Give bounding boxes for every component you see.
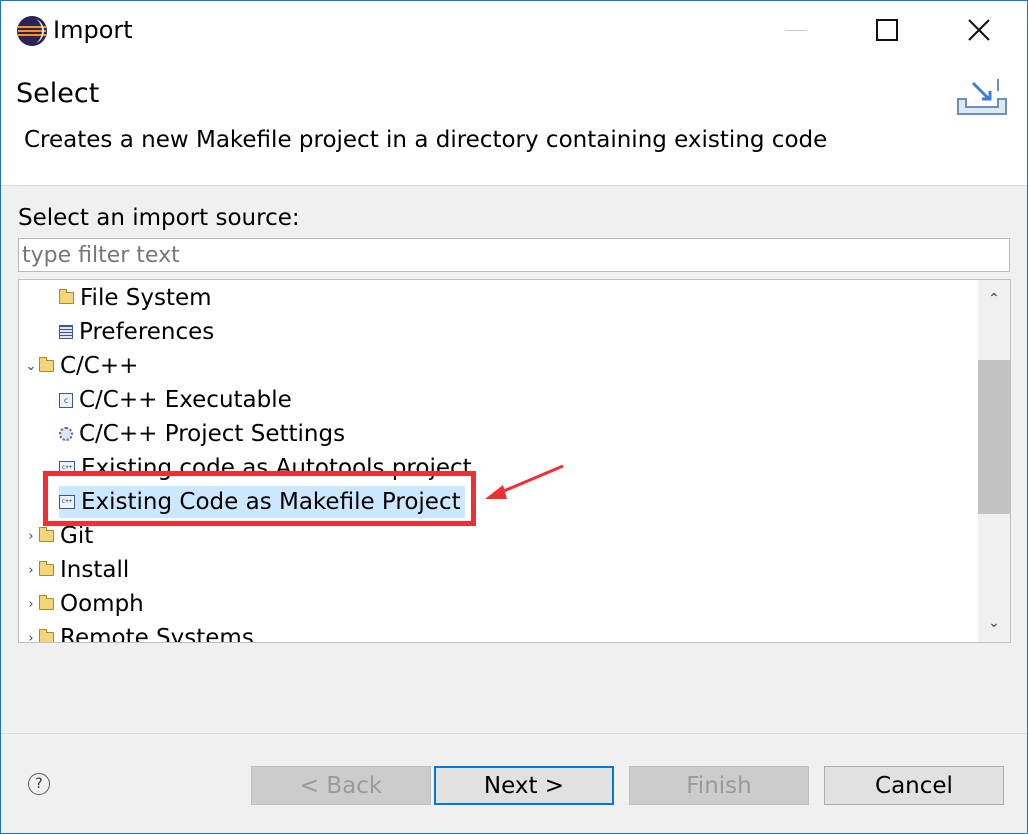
chevron-right-icon[interactable]: › (23, 621, 39, 643)
import-source-label: Select an import source: (18, 205, 300, 231)
footer-divider (1, 733, 1027, 734)
minimize-icon (785, 29, 807, 31)
eclipse-icon (17, 16, 47, 46)
window-title: Import (53, 16, 133, 44)
maximize-icon (876, 19, 898, 41)
back-button[interactable]: < Back (251, 766, 431, 805)
import-wizard-icon (957, 79, 1007, 115)
project-settings-icon (59, 427, 73, 441)
folder-open-icon (39, 357, 54, 372)
minimize-button[interactable] (773, 1, 819, 59)
next-button[interactable]: Next > (434, 766, 614, 805)
wizard-header: Select Creates a new Makefile project in… (1, 59, 1027, 186)
scrollbar-thumb[interactable] (978, 360, 1010, 514)
page-title: Select (16, 78, 100, 109)
tree-item-label: Remote Systems (60, 625, 254, 643)
tree-item-label: Oomph (60, 591, 144, 617)
title-bar: Import (1, 1, 1027, 59)
tree-item-install[interactable]: › Install (23, 553, 133, 587)
folder-icon (59, 289, 74, 304)
folder-icon (39, 561, 54, 576)
scroll-down-icon[interactable]: ⌄ (978, 606, 1010, 640)
annotation-highlight-box (43, 471, 476, 526)
tree-item-label: C/C++ Executable (79, 387, 292, 413)
chevron-right-icon[interactable]: › (23, 519, 39, 553)
finish-button[interactable]: Finish (629, 766, 809, 805)
chevron-right-icon[interactable]: › (23, 587, 39, 621)
close-button[interactable] (956, 1, 1002, 59)
tree-item-label: C/C++ Project Settings (79, 421, 346, 447)
vertical-scrollbar[interactable]: ⌃ ⌄ (978, 280, 1010, 642)
scroll-up-icon[interactable]: ⌃ (978, 282, 1010, 316)
folder-icon (39, 629, 54, 642)
annotation-arrow-icon (485, 464, 564, 499)
tree-item-cpp-project-settings[interactable]: C/C++ Project Settings (59, 417, 349, 451)
tree-item-label: Preferences (79, 319, 215, 345)
page-description: Creates a new Makefile project in a dire… (24, 127, 828, 153)
import-dialog: Import Select Creates a new Makefile pro… (0, 0, 1028, 834)
tree-item-label: C/C++ (60, 353, 139, 379)
cancel-button[interactable]: Cancel (824, 766, 1004, 805)
chevron-right-icon[interactable]: › (23, 553, 39, 587)
tree-item-preferences[interactable]: Preferences (59, 315, 218, 349)
tree-item-label: File System (80, 285, 212, 311)
tree-item-cpp[interactable]: ⌄ C/C++ (23, 349, 142, 383)
c-executable-icon: c (59, 392, 73, 408)
tree-item-oomph[interactable]: › Oomph (23, 587, 148, 621)
filter-input[interactable] (18, 238, 1010, 272)
maximize-button[interactable] (864, 1, 910, 59)
folder-icon (39, 527, 54, 542)
help-icon[interactable]: ? (28, 773, 50, 795)
preferences-icon (59, 325, 73, 339)
tree-item-label: Install (60, 557, 130, 583)
import-source-tree[interactable]: File System Preferences ⌄ C/C++ c C/C++ … (18, 279, 1011, 643)
tree-item-cpp-executable[interactable]: c C/C++ Executable (59, 383, 296, 417)
close-icon (968, 19, 990, 41)
chevron-down-icon[interactable]: ⌄ (23, 349, 39, 383)
tree-item-file-system[interactable]: File System (59, 281, 216, 315)
tree-item-remote-systems[interactable]: › Remote Systems (23, 621, 258, 643)
folder-icon (39, 595, 54, 610)
